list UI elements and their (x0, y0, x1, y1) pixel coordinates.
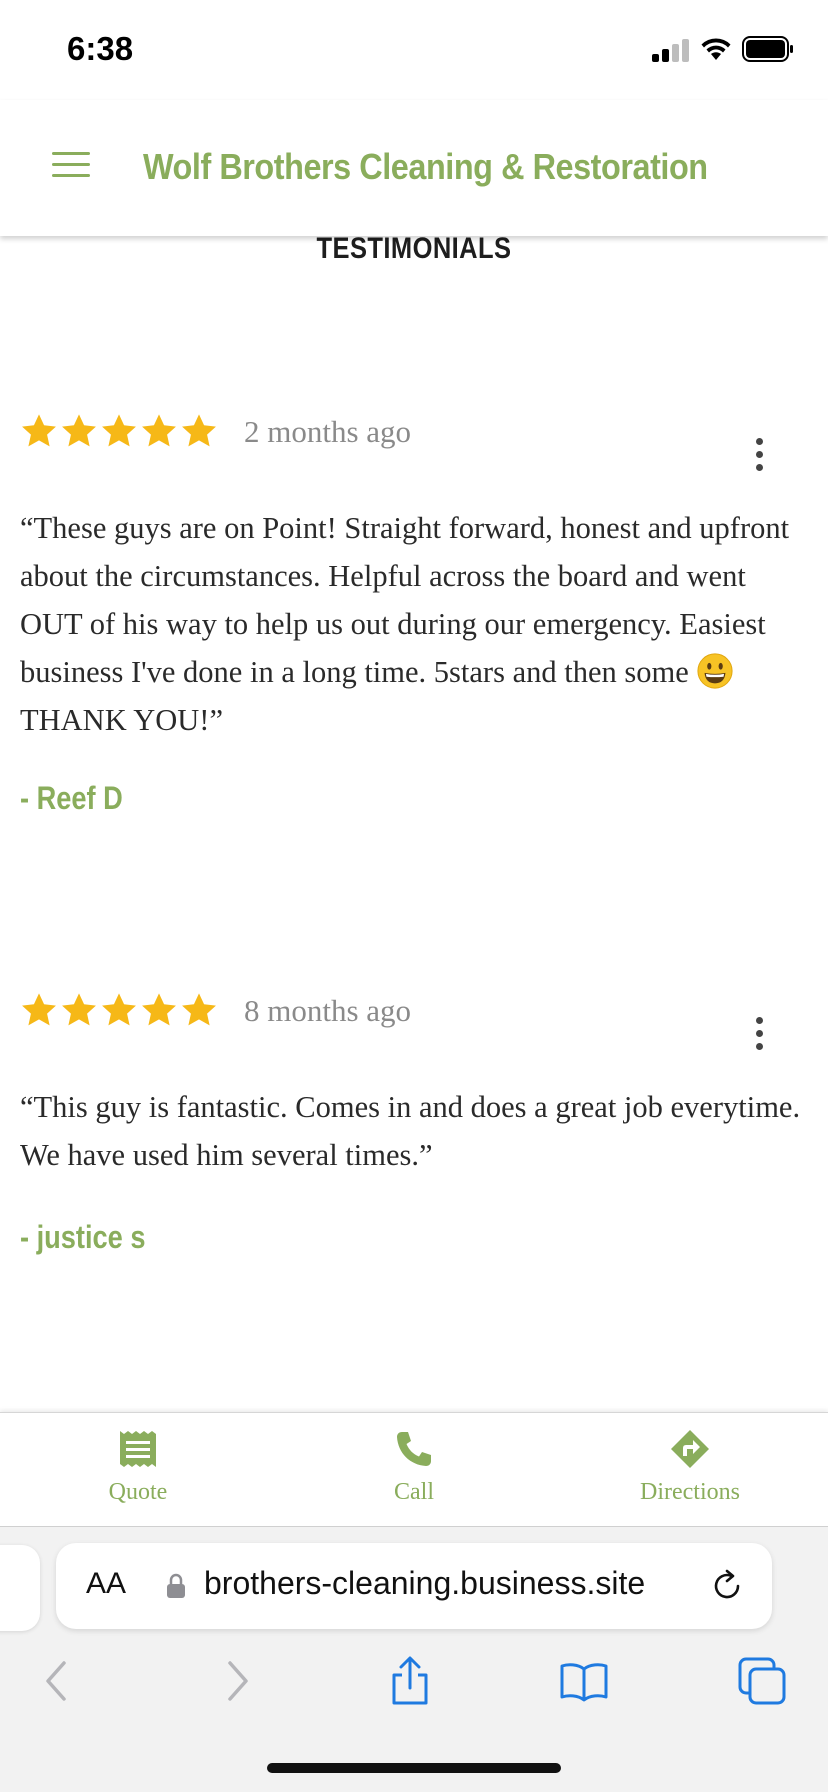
phone-icon (397, 1432, 431, 1466)
directions-icon (671, 1430, 709, 1468)
address-bar[interactable]: AA brothers-cleaning.business.site (56, 1543, 772, 1629)
site-title[interactable]: Wolf Brothers Cleaning & Restoration (143, 146, 708, 188)
grinning-face-emoji-icon (697, 653, 733, 689)
more-options-icon[interactable] (753, 1017, 765, 1051)
status-bar: 6:38 (0, 0, 828, 100)
review-card: 2 months ago “These guys are on Point! S… (20, 412, 810, 832)
review-text: “These guys are on Point! Straight forwa… (20, 504, 810, 744)
forward-icon[interactable] (210, 1655, 262, 1707)
action-bar: Quote Call Directions (0, 1412, 828, 1526)
star-icon (62, 993, 96, 1026)
previous-tab-edge[interactable] (0, 1545, 40, 1631)
star-icon (142, 414, 176, 447)
status-time: 6:38 (67, 30, 134, 67)
star-icon (142, 993, 176, 1026)
review-author: - Reef D (20, 780, 123, 816)
battery-icon (742, 36, 793, 62)
review-card: 8 months ago “This guy is fantastic. Com… (20, 991, 810, 1261)
call-label: Call (394, 1479, 434, 1505)
browser-toolbar: AA brothers-cleaning.business.site (0, 1526, 828, 1792)
lock-icon (167, 1573, 185, 1598)
star-icon (22, 414, 56, 447)
home-indicator[interactable] (267, 1763, 561, 1773)
review-author: - justice s (20, 1219, 146, 1255)
review-text-part: THANK YOU!” (20, 703, 224, 737)
star-rating (20, 991, 218, 1031)
quote-action[interactable]: Quote (0, 1413, 276, 1527)
star-icon (22, 993, 56, 1026)
directions-action[interactable]: Directions (552, 1413, 828, 1527)
review-time: 8 months ago (244, 993, 412, 1028)
reload-icon[interactable] (710, 1569, 744, 1603)
star-icon (62, 414, 96, 447)
star-icon (102, 414, 136, 447)
hamburger-menu-icon[interactable] (52, 152, 90, 180)
quote-label: Quote (108, 1479, 168, 1505)
review-text-part: “These guys are on Point! Straight forwa… (20, 511, 790, 689)
review-text: “This guy is fantastic. Comes in and doe… (20, 1090, 801, 1172)
back-icon[interactable] (32, 1655, 84, 1707)
receipt-icon (120, 1431, 156, 1467)
site-header: Wolf Brothers Cleaning & Restoration (0, 100, 828, 236)
star-icon (182, 414, 216, 447)
share-icon[interactable] (384, 1655, 436, 1707)
directions-label: Directions (640, 1479, 740, 1505)
url-field[interactable]: brothers-cleaning.business.site (204, 1565, 744, 1602)
cellular-signal-icon (652, 38, 690, 62)
reader-settings-button[interactable]: AA (86, 1567, 126, 1601)
bookmarks-icon[interactable] (558, 1655, 610, 1707)
call-action[interactable]: Call (276, 1413, 552, 1527)
star-icon (102, 993, 136, 1026)
tabs-icon[interactable] (736, 1655, 788, 1707)
more-options-icon[interactable] (753, 438, 765, 472)
star-icon (182, 993, 216, 1026)
star-rating (20, 412, 218, 452)
wifi-icon (701, 38, 731, 60)
review-time: 2 months ago (244, 414, 412, 449)
section-heading: TESTIMONIALS (316, 232, 512, 265)
